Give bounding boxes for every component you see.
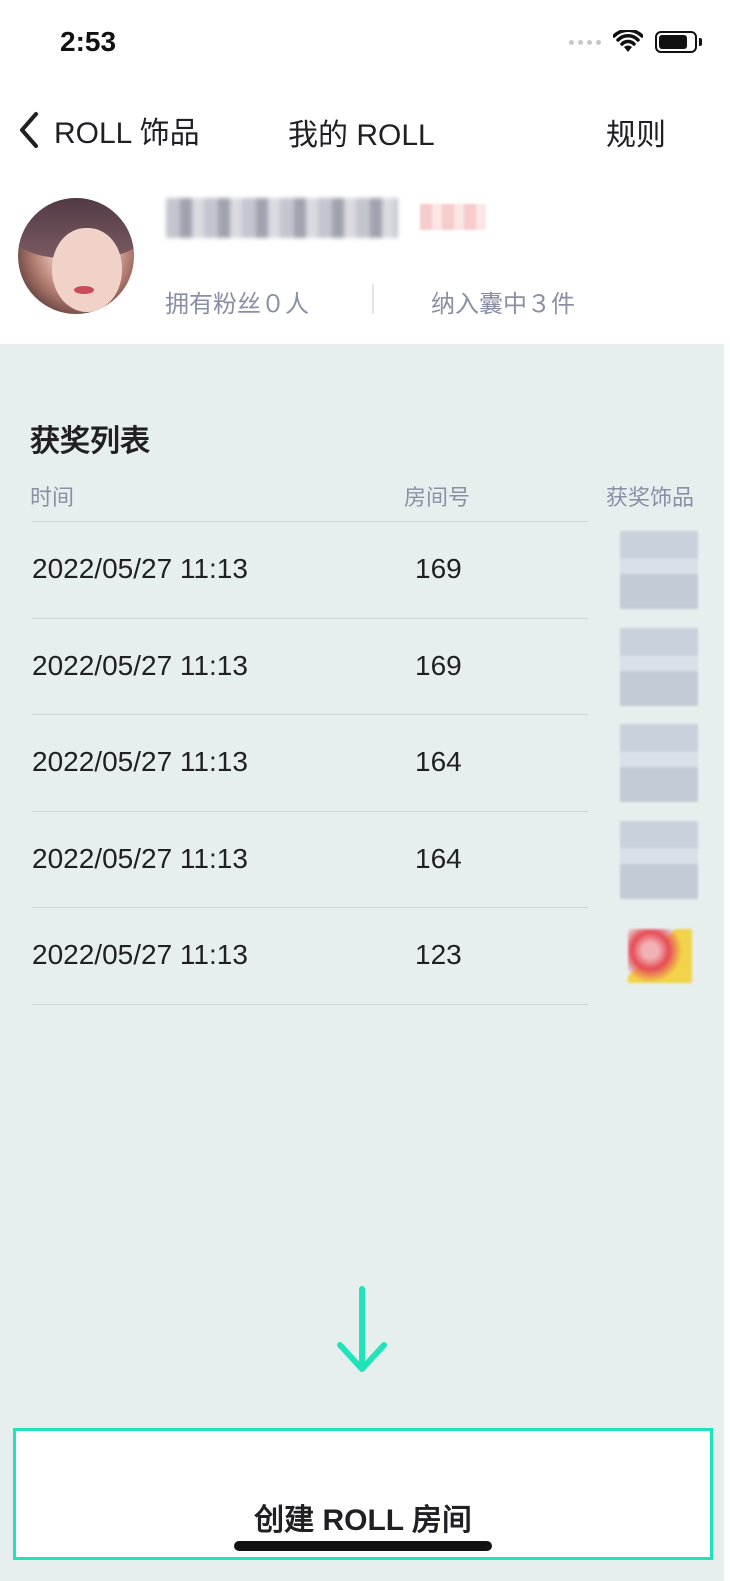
avatar[interactable]	[18, 198, 134, 314]
home-indicator	[234, 1541, 492, 1551]
row-divider	[32, 521, 588, 522]
rules-button[interactable]: 规则	[606, 110, 666, 154]
create-roll-room-label: 创建 ROLL 房间	[254, 1504, 472, 1537]
status-time: 2:53	[60, 26, 117, 57]
signal-icon	[569, 39, 601, 45]
row-room: 169	[415, 649, 462, 681]
prize-table: 2022/05/27 11:13 169 2022/05/27 11:13 16…	[32, 521, 702, 1004]
row-divider	[32, 907, 588, 908]
row-time: 2022/05/27 11:13	[32, 649, 248, 681]
column-header-item: 获奖饰品	[606, 485, 695, 510]
item-thumbnail-icon[interactable]	[620, 531, 698, 609]
table-row[interactable]: 2022/05/27 11:13 169	[32, 521, 702, 618]
bag-count: 纳入囊中３件	[431, 291, 575, 318]
wifi-icon	[613, 30, 643, 52]
row-divider	[32, 810, 588, 812]
battery-icon	[655, 31, 697, 53]
row-time: 2022/05/27 11:13	[32, 553, 248, 584]
table-row[interactable]: 2022/05/27 11:13 164	[32, 714, 702, 811]
table-row[interactable]: 2022/05/27 11:13 123	[32, 907, 702, 1004]
row-time: 2022/05/27 11:13	[32, 842, 248, 874]
chevron-left-icon	[20, 112, 38, 148]
row-room: 164	[415, 842, 462, 874]
prize-list-title: 获奖列表	[30, 425, 150, 458]
right-edge-strip	[724, 0, 730, 1581]
status-icons	[569, 30, 702, 54]
fans-count: 拥有粉丝０人	[165, 291, 309, 318]
back-label: ROLL 饰品	[54, 117, 200, 150]
column-header-time: 时间	[30, 485, 75, 510]
item-thumbnail-icon[interactable]	[620, 724, 698, 802]
table-row[interactable]: 2022/05/27 11:13 169	[32, 617, 702, 715]
page-title: 我的 ROLL	[288, 119, 435, 152]
row-time: 2022/05/27 11:13	[32, 746, 248, 777]
column-header-room: 房间号	[404, 485, 471, 510]
username	[166, 198, 398, 238]
user-badge	[420, 204, 486, 230]
table-row[interactable]: 2022/05/27 11:13 164	[32, 810, 702, 908]
item-thumbnail-icon[interactable]	[620, 627, 698, 706]
item-thumbnail-icon[interactable]	[620, 820, 698, 899]
row-divider	[32, 617, 588, 619]
battery-cap	[699, 38, 702, 46]
arrow-down-icon	[337, 1286, 387, 1372]
back-button[interactable]: ROLL 饰品	[16, 108, 200, 152]
row-room: 123	[415, 939, 462, 970]
item-thumbnail-icon[interactable]	[628, 929, 692, 983]
row-room: 169	[415, 553, 462, 584]
row-divider	[32, 714, 588, 715]
row-room: 164	[415, 746, 462, 777]
stat-divider	[372, 284, 374, 314]
row-time: 2022/05/27 11:13	[32, 939, 248, 970]
